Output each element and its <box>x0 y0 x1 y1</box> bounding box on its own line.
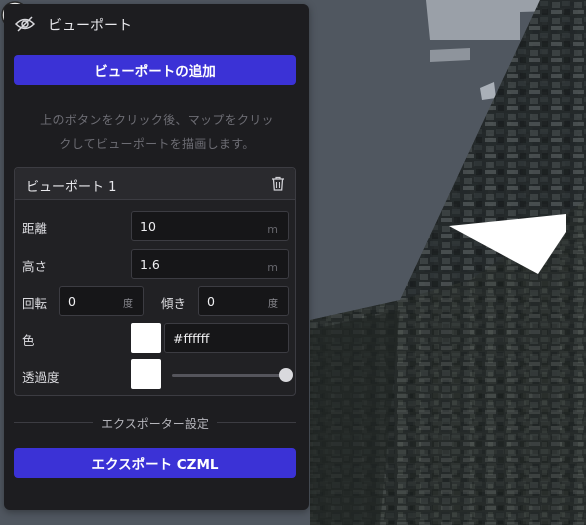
height-unit: m <box>267 261 278 274</box>
tilt-label: 傾き <box>161 296 187 311</box>
tilt-unit: 度 <box>268 299 278 310</box>
rotation-label: 回転 <box>22 296 48 311</box>
height-value: 1.6 <box>140 257 160 272</box>
distance-field[interactable]: 10 m <box>131 211 289 241</box>
viewport-card: ビューポート 1 距離 10 m 高さ 1.6 m 回転 0 度 傾き 0 度 … <box>14 167 296 396</box>
rotation-unit: 度 <box>123 299 133 310</box>
instruction-text: 上のボタンをクリック後、マップをクリッ クしてビューポートを描画します。 <box>18 108 296 156</box>
rotation-field[interactable]: 0 度 <box>59 286 144 316</box>
export-section-divider: エクスポーター設定 <box>14 415 296 431</box>
height-field[interactable]: 1.6 m <box>131 249 289 279</box>
tilt-field[interactable]: 0 度 <box>198 286 289 316</box>
distance-value: 10 <box>140 219 156 234</box>
opacity-label: 透過度 <box>22 370 60 385</box>
instruction-line-2: クしてビューポートを描画します。 <box>59 137 255 151</box>
export-czml-button[interactable]: エクスポート CZML <box>14 448 296 478</box>
height-label: 高さ <box>22 259 48 274</box>
add-viewport-button[interactable]: ビューポートの追加 <box>14 55 296 85</box>
instruction-line-1: 上のボタンをクリック後、マップをクリッ <box>40 113 274 127</box>
trash-icon[interactable] <box>271 176 285 191</box>
eye-slash-icon <box>14 16 36 32</box>
color-hex-field[interactable]: #ffffff <box>164 323 289 353</box>
panel-title: ビューポート <box>48 18 132 34</box>
distance-label: 距離 <box>22 221 48 236</box>
opacity-preview <box>131 359 161 389</box>
distance-unit: m <box>267 223 278 236</box>
tilt-value: 0 <box>207 294 215 309</box>
color-label: 色 <box>22 333 35 348</box>
viewport-card-title: ビューポート 1 <box>26 180 117 195</box>
color-hex-value: #ffffff <box>173 331 210 346</box>
panel-header: ビューポート <box>4 4 309 44</box>
rotation-value: 0 <box>68 294 76 309</box>
opacity-slider-thumb[interactable] <box>279 368 293 382</box>
color-swatch[interactable] <box>131 323 161 353</box>
viewport-panel: ビューポート ビューポートの追加 上のボタンをクリック後、マップをクリッ クして… <box>4 4 309 510</box>
opacity-slider[interactable] <box>172 368 293 382</box>
viewport-card-header: ビューポート 1 <box>15 168 295 200</box>
export-section-label: エクスポーター設定 <box>93 417 217 431</box>
